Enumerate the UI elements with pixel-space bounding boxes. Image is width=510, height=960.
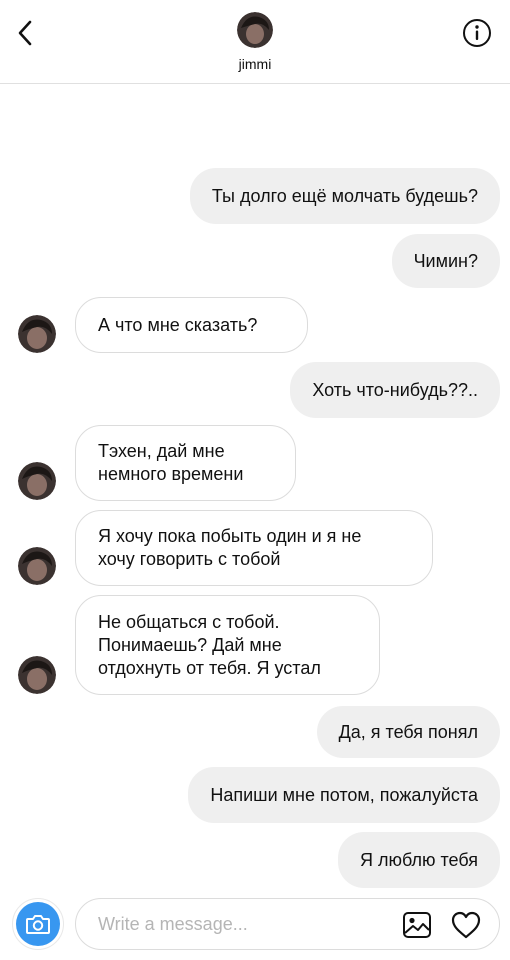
camera-icon — [26, 915, 50, 934]
chevron-left-icon — [18, 20, 32, 46]
heart-icon — [451, 911, 481, 939]
outgoing-message-bubble[interactable]: Чимин? — [391, 234, 500, 288]
incoming-message-bubble[interactable]: Тэхен, дай мне немного времени — [75, 425, 296, 501]
sender-avatar[interactable] — [18, 547, 56, 585]
header-username[interactable]: jimmi — [0, 56, 510, 72]
gallery-button[interactable] — [402, 911, 432, 939]
message-input[interactable] — [98, 899, 378, 949]
incoming-message-bubble[interactable]: А что мне сказать? — [75, 297, 308, 353]
outgoing-message-bubble[interactable]: Хоть что-нибудь??.. — [290, 362, 500, 418]
chat-header: jimmi — [0, 0, 510, 84]
message-composer — [0, 886, 510, 960]
sender-avatar[interactable] — [18, 462, 56, 500]
incoming-message-bubble[interactable]: Я хочу пока побыть один и я не хочу гово… — [75, 510, 433, 586]
outgoing-message-bubble[interactable]: Да, я тебя понял — [316, 706, 500, 758]
header-avatar[interactable] — [237, 12, 273, 48]
info-button[interactable] — [462, 18, 492, 48]
like-button[interactable] — [450, 910, 482, 940]
outgoing-message-bubble[interactable]: Ты долго ещё молчать будешь? — [189, 168, 500, 224]
outgoing-message-bubble[interactable]: Напиши мне потом, пожалуйста — [188, 767, 500, 823]
info-icon — [463, 19, 491, 47]
message-input-container — [75, 898, 500, 950]
back-button[interactable] — [10, 16, 40, 50]
outgoing-message-bubble[interactable]: Я люблю тебя — [337, 832, 500, 888]
gallery-icon — [403, 912, 431, 938]
sender-avatar[interactable] — [18, 656, 56, 694]
sender-avatar[interactable] — [18, 315, 56, 353]
incoming-message-bubble[interactable]: Не общаться с тобой. Понимаешь? Дай мне … — [75, 595, 380, 695]
camera-button[interactable] — [12, 898, 64, 950]
